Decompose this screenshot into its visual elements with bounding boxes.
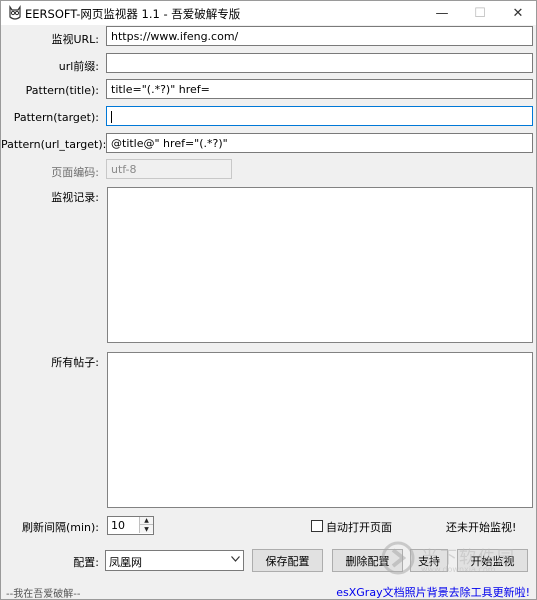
- pattern-title-value: title="(.*?)" href=: [111, 83, 210, 96]
- pattern-title-label: Pattern(title):: [25, 84, 99, 97]
- pattern-target-label: Pattern(target):: [13, 111, 99, 124]
- config-selected-value: 凤凰网: [109, 556, 142, 569]
- triangle-down-icon[interactable]: ▼: [139, 525, 153, 533]
- all-posts-textarea[interactable]: [107, 352, 533, 508]
- monitor-status-text: 还未开始监视!: [446, 521, 517, 534]
- footer-left-text: --我在吾爱破解--: [6, 589, 81, 600]
- triangle-up-icon[interactable]: ▲: [139, 517, 153, 525]
- monitor-url-value: https://www.ifeng.com/: [111, 30, 239, 43]
- close-button[interactable]: ✕: [499, 1, 537, 25]
- start-monitor-button[interactable]: 开始监视: [457, 549, 528, 572]
- monitor-log-textarea[interactable]: [107, 187, 533, 343]
- page-encoding-value: utf-8: [111, 163, 137, 176]
- pattern-url-target-label: Pattern(url_target):: [1, 138, 107, 151]
- support-button[interactable]: 支持: [410, 549, 448, 572]
- pattern-target-input[interactable]: [106, 106, 533, 126]
- pattern-title-input[interactable]: title="(.*?)" href=: [106, 79, 533, 99]
- delete-config-button[interactable]: 删除配置: [332, 549, 403, 572]
- pattern-url-target-input[interactable]: @title@" href="(.*?)": [106, 133, 533, 153]
- minimize-button[interactable]: —: [423, 1, 461, 25]
- save-config-button[interactable]: 保存配置: [252, 549, 323, 572]
- pattern-url-target-value: @title@" href="(.*?)": [111, 137, 228, 150]
- title-bar[interactable]: EERSOFT-网页监视器 1.1 - 吾爱破解专版 — ☐ ✕: [1, 1, 536, 25]
- refresh-interval-value: 10: [111, 519, 125, 532]
- monitor-url-input[interactable]: https://www.ifeng.com/: [106, 26, 533, 46]
- monitor-log-label: 监视记录:: [51, 191, 99, 204]
- url-prefix-input[interactable]: [106, 53, 533, 73]
- chevron-down-icon[interactable]: [231, 555, 240, 565]
- auto-open-checkbox[interactable]: [311, 520, 323, 532]
- config-label: 配置:: [73, 556, 99, 569]
- url-prefix-label: url前缀:: [58, 60, 99, 73]
- monitor-url-label: 监视URL:: [51, 33, 99, 46]
- page-encoding-input: utf-8: [106, 159, 232, 179]
- maximize-button[interactable]: ☐: [461, 1, 499, 25]
- window-title: EERSOFT-网页监视器 1.1 - 吾爱破解专版: [25, 7, 241, 21]
- all-posts-label: 所有帖子:: [51, 356, 99, 369]
- owl-icon: [7, 5, 23, 21]
- text-caret: [111, 111, 112, 123]
- auto-open-label[interactable]: 自动打开页面: [326, 519, 392, 535]
- app-window: EERSOFT-网页监视器 1.1 - 吾爱破解专版 — ☐ ✕ 监视URL: …: [0, 0, 537, 600]
- refresh-interval-label: 刷新间隔(min):: [21, 521, 99, 534]
- footer-update-link[interactable]: esXGray文档照片背景去除工具更新啦!: [336, 584, 530, 600]
- page-encoding-label: 页面编码:: [51, 166, 99, 179]
- config-select[interactable]: 凤凰网: [105, 550, 244, 571]
- refresh-interval-stepper[interactable]: 10 ▲ ▼: [107, 516, 154, 535]
